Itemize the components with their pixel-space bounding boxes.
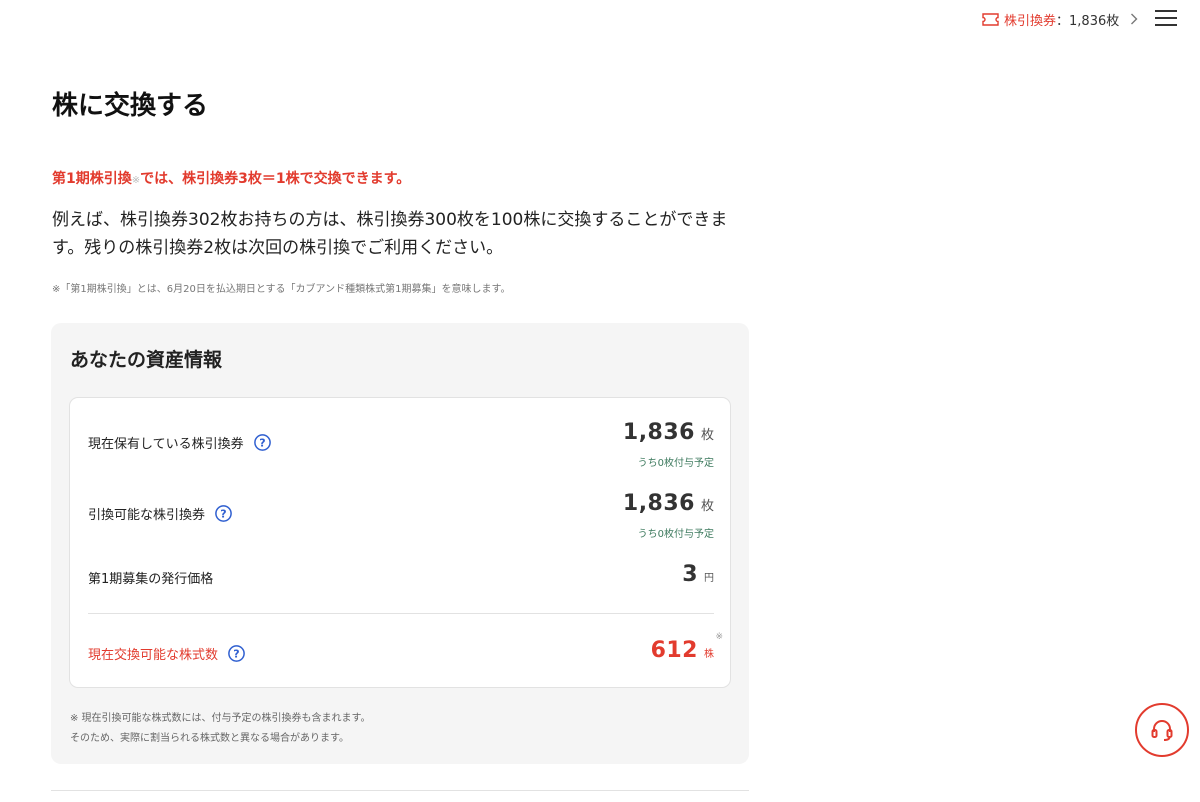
ticket-colon: ： bbox=[1056, 13, 1070, 29]
exchangeable-shares-row: 現在交換可能な株式数 ? 612 株 ※ bbox=[88, 632, 723, 670]
menu-line bbox=[1155, 24, 1177, 26]
page-title: 株に交換する bbox=[52, 91, 209, 121]
ticket-balance-link[interactable]: 株引換券 ： 1,836枚 bbox=[982, 9, 1138, 29]
exchangeable-shares-mark: ※ bbox=[715, 632, 723, 642]
held-tickets-value: 1,836 bbox=[622, 420, 695, 445]
issue-price-value-wrap: 3円 bbox=[682, 562, 714, 587]
help-icon[interactable]: ? bbox=[228, 645, 245, 662]
support-button[interactable] bbox=[1135, 703, 1189, 757]
menu-line bbox=[1155, 17, 1177, 19]
held-tickets-unit: 枚 bbox=[700, 428, 714, 443]
ticket-count: 1,836枚 bbox=[1069, 13, 1120, 29]
ticket-icon bbox=[982, 12, 999, 26]
asset-notes: ※ 現在引換可能な株式数には、付与予定の株引換券も含まれます。 そのため、実際に… bbox=[70, 709, 371, 749]
card-divider bbox=[88, 613, 714, 614]
exchangeable-shares-label-wrap: 現在交換可能な株式数 ? bbox=[88, 644, 245, 663]
exchangeable-tickets-note: うち0枚付与予定 bbox=[637, 529, 714, 540]
exchange-description: 例えば、株引換券302枚お持ちの方は、株引換券300枚を100株に交換することが… bbox=[52, 210, 728, 258]
held-tickets-label-wrap: 現在保有している株引換券 ? bbox=[88, 433, 271, 452]
issue-price-value: 3 bbox=[682, 562, 698, 587]
ticket-label: 株引換券 bbox=[1004, 13, 1057, 29]
held-tickets-label: 現在保有している株引換券 bbox=[88, 437, 244, 452]
exchange-rate-lead: 第1期株引換※では、株引換券3枚＝1株で交換できます。 bbox=[52, 168, 410, 188]
issue-price-row: 第1期募集の発行価格 3円 bbox=[88, 562, 714, 592]
exchangeable-tickets-unit: 枚 bbox=[700, 499, 714, 514]
lead-period: 第1期株引換 bbox=[52, 171, 132, 187]
help-icon[interactable]: ? bbox=[253, 434, 271, 451]
hamburger-menu-icon[interactable] bbox=[1155, 8, 1177, 28]
svg-text:?: ? bbox=[233, 648, 239, 661]
period-footnote: ※「第1期株引換」とは、6月20日を払込期日とする「カブアンド種類株式第1期募集… bbox=[52, 284, 511, 295]
asset-note-line: ※ 現在引換可能な株式数には、付与予定の株引換券も含まれます。 bbox=[70, 713, 371, 724]
exchangeable-tickets-row: 引換可能な株引換券 ? 1,836 枚 うち0枚付与予定 bbox=[88, 491, 714, 541]
menu-line bbox=[1155, 10, 1177, 12]
exchangeable-tickets-value-wrap: 1,836 枚 bbox=[623, 491, 714, 516]
exchangeable-shares-unit: 株 bbox=[704, 649, 714, 660]
exchangeable-shares-label: 現在交換可能な株式数 bbox=[88, 648, 219, 663]
exchangeable-tickets-value: 1,836 bbox=[622, 491, 695, 516]
held-tickets-value-wrap: 1,836 枚 bbox=[623, 420, 714, 445]
lead-mark: ※ bbox=[131, 175, 141, 186]
headset-icon bbox=[1151, 720, 1173, 741]
svg-text:?: ? bbox=[259, 437, 265, 450]
top-bar: 株引換券 ： 1,836枚 bbox=[0, 0, 1200, 38]
asset-info-title: あなたの資産情報 bbox=[70, 349, 223, 371]
held-tickets-row: 現在保有している株引換券 ? 1,836 枚 うち0枚付与予定 bbox=[88, 420, 714, 470]
chevron-right-icon bbox=[1131, 13, 1138, 25]
bottom-divider bbox=[51, 790, 749, 791]
svg-text:?: ? bbox=[220, 508, 226, 521]
help-icon[interactable]: ? bbox=[215, 505, 232, 522]
lead-rate: では、株引換券3枚＝1株で交換できます。 bbox=[140, 171, 411, 187]
asset-info-panel: あなたの資産情報 現在保有している株引換券 ? 1,836 枚 うち0枚付与予定 … bbox=[51, 323, 749, 764]
issue-price-label: 第1期募集の発行価格 bbox=[88, 572, 214, 587]
asset-info-card: 現在保有している株引換券 ? 1,836 枚 うち0枚付与予定 引換可能な株引換券… bbox=[69, 397, 731, 688]
exchangeable-tickets-label: 引換可能な株引換券 bbox=[88, 508, 206, 523]
issue-price-unit: 円 bbox=[704, 573, 714, 584]
exchangeable-shares-value: 612 bbox=[650, 638, 698, 663]
exchangeable-tickets-label-wrap: 引換可能な株引換券 ? bbox=[88, 504, 232, 523]
asset-note-line: そのため、実際に割当られる株式数と異なる場合があります。 bbox=[70, 733, 349, 744]
held-tickets-note: うち0枚付与予定 bbox=[637, 458, 714, 469]
exchangeable-shares-value-wrap: 612 株 ※ bbox=[650, 632, 723, 663]
